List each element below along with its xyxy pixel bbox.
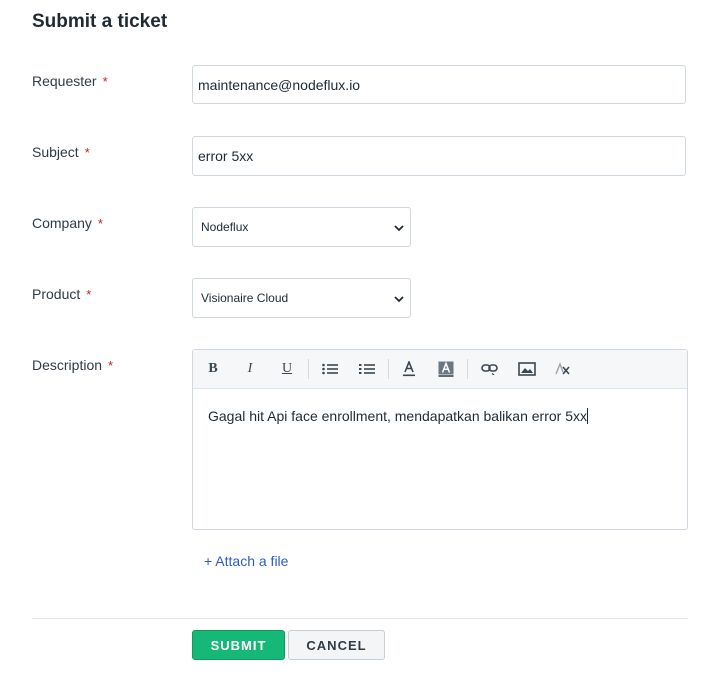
required-marker: *: [97, 216, 103, 231]
requester-label: Requester *: [32, 73, 108, 89]
bullet-list-icon[interactable]: [320, 359, 340, 379]
description-textarea[interactable]: Gagal hit Api face enrollment, mendapatk…: [208, 408, 588, 424]
description-editor: B I U Gagal hit Api face enrollment, men…: [192, 349, 688, 530]
product-label: Product *: [32, 286, 91, 302]
company-select[interactable]: Nodeflux: [192, 207, 411, 247]
cancel-button[interactable]: CANCEL: [288, 630, 385, 660]
requester-label-text: Requester: [32, 73, 97, 89]
company-label-text: Company: [32, 215, 92, 231]
editor-toolbar: B I U: [193, 350, 687, 389]
chevron-down-icon: [394, 296, 404, 303]
company-label: Company *: [32, 215, 103, 231]
product-select[interactable]: Visionaire Cloud: [192, 278, 411, 318]
product-label-text: Product: [32, 286, 81, 302]
requester-input[interactable]: maintenance@nodeflux.io: [192, 65, 686, 104]
chevron-down-icon: [394, 225, 404, 232]
submit-button[interactable]: SUBMIT: [192, 630, 285, 660]
required-marker: *: [84, 145, 90, 160]
link-icon[interactable]: [480, 359, 500, 379]
font-color-icon[interactable]: [399, 359, 419, 379]
toolbar-divider: [467, 359, 468, 379]
product-selected-value: Visionaire Cloud: [201, 291, 289, 305]
italic-button[interactable]: I: [240, 359, 260, 379]
subject-label-text: Subject: [32, 144, 79, 160]
description-text: Gagal hit Api face enrollment, mendapatk…: [208, 408, 587, 424]
toolbar-divider: [308, 359, 309, 379]
attach-file-link[interactable]: + Attach a file: [204, 553, 288, 569]
page-title: Submit a ticket: [32, 11, 168, 32]
underline-button[interactable]: U: [277, 359, 297, 379]
subject-label: Subject *: [32, 144, 90, 160]
required-marker: *: [86, 287, 92, 302]
description-label-text: Description: [32, 357, 103, 373]
toolbar-divider: [388, 359, 389, 379]
company-selected-value: Nodeflux: [201, 220, 249, 234]
image-icon[interactable]: [517, 359, 537, 379]
background-color-icon[interactable]: [436, 359, 456, 379]
numbered-list-icon[interactable]: [357, 359, 377, 379]
text-caret: [587, 408, 588, 424]
clear-formatting-icon[interactable]: [553, 359, 573, 379]
description-label: Description *: [32, 357, 113, 373]
form-divider: [32, 618, 688, 619]
subject-input[interactable]: error 5xx: [192, 136, 686, 176]
required-marker: *: [108, 358, 114, 373]
bold-button[interactable]: B: [203, 359, 223, 379]
required-marker: *: [102, 74, 108, 89]
